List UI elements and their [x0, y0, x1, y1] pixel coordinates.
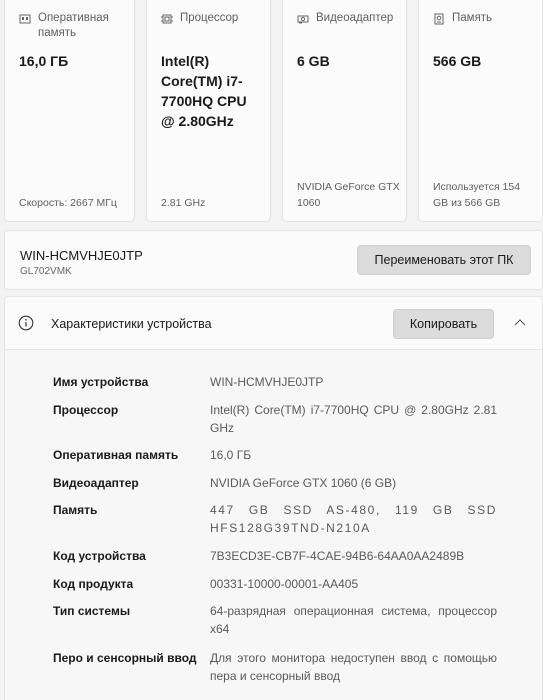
spec-value[interactable]: Для этого монитора недоступен ввод с пом… [210, 649, 497, 685]
spec-label: Код продукта [53, 577, 134, 591]
card-header: Оперативная память [19, 11, 126, 41]
storage-icon [434, 13, 444, 25]
spec-value[interactable]: 00331-10000-00001-AA405 [210, 575, 497, 593]
device-specs-title: Характеристики устройства [51, 317, 212, 331]
spec-label: Видеоадаптер [53, 476, 139, 490]
spec-label: Процессор [53, 403, 119, 417]
card-title: Оперативная память [38, 12, 109, 39]
card-footer: Используется 154 GB из 566 GB [433, 181, 521, 209]
spec-label: Память [53, 503, 98, 517]
spec-label: Имя устройства [53, 375, 149, 389]
processor-card: Процессор Intel(R) Core(TM) i7-7700HQ CP… [146, 0, 271, 222]
gpu-card: Видеоадаптер 6 GB NVIDIA GeForce GTX 106… [282, 0, 407, 222]
card-value: 6 GB [297, 53, 330, 69]
device-name: WIN-HCMVHJE0JTP [20, 248, 143, 263]
card-footer: 2.81 GHz [161, 197, 206, 209]
spec-label: Перо и сенсорный ввод [53, 651, 197, 665]
info-icon [18, 315, 34, 331]
summary-cards: Оперативная память 16,0 ГБ Скорость: 266… [0, 0, 543, 224]
spec-value[interactable]: WIN-HCMVHJE0JTP [210, 373, 497, 391]
card-header: Видеоадаптер [297, 11, 398, 26]
spec-label: Тип системы [53, 604, 131, 618]
ram-card: Оперативная память 16,0 ГБ Скорость: 266… [4, 0, 135, 222]
card-footer: Скорость: 2667 МГц [19, 197, 117, 209]
spec-label: Оперативная память [53, 448, 179, 462]
spec-value[interactable]: 7B3ECD3E-CB7F-4CAE-94B6-64AA0AA2489B [210, 547, 497, 565]
spec-value[interactable]: 447 GB SSD AS-480, 119 GB SSD HFS128G39T… [210, 501, 497, 537]
chevron-up-icon[interactable] [513, 317, 527, 327]
device-specs-header[interactable]: Характеристики устройства Копировать [4, 296, 543, 350]
card-footer: NVIDIA GeForce GTX 1060 [297, 181, 400, 209]
storage-card: Память 566 GB Используется 154 GB из 566… [418, 0, 543, 222]
device-name-section: WIN-HCMVHJE0JTP GL702VMK Переименовать э… [4, 230, 543, 290]
copy-button[interactable]: Копировать [393, 309, 494, 339]
card-title: Память [452, 12, 493, 24]
spec-label: Код устройства [53, 549, 146, 563]
rename-pc-button[interactable]: Переименовать этот ПК [357, 245, 531, 275]
spec-value[interactable]: 64-разрядная операционная система, проце… [210, 602, 497, 638]
card-title: Процессор [180, 12, 239, 24]
card-value: 566 GB [433, 53, 482, 69]
card-header: Процессор [161, 11, 262, 26]
ram-icon [19, 14, 31, 24]
card-value: 16,0 ГБ [19, 53, 69, 69]
gpu-icon [297, 15, 309, 24]
card-value: Intel(R) Core(TM) i7-7700HQ CPU @ 2.80GH… [161, 53, 247, 129]
spec-value[interactable]: Intel(R) Core(TM) i7-7700HQ CPU @ 2.80GH… [210, 401, 497, 437]
card-header: Память [433, 11, 534, 26]
spec-value[interactable]: 16,0 ГБ [210, 446, 497, 464]
processor-icon [161, 14, 173, 24]
spec-value[interactable]: NVIDIA GeForce GTX 1060 (6 GB) [210, 474, 497, 492]
device-specs-list: Имя устройства WIN-HCMVHJE0JTP Процессор… [4, 350, 543, 700]
card-title: Видеоадаптер [316, 12, 394, 24]
device-model: GL702VMK [20, 266, 72, 277]
